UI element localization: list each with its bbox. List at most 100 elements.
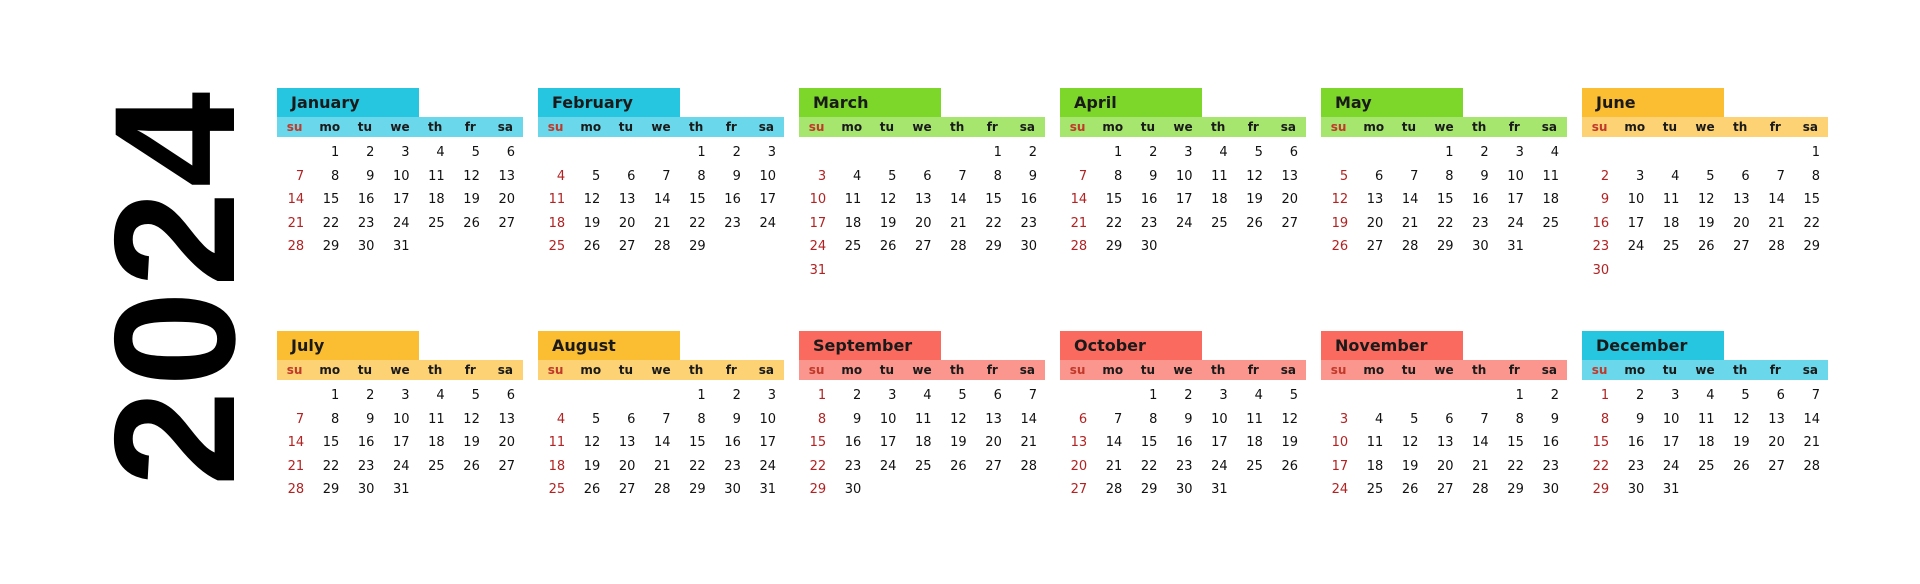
day-cell: 10 bbox=[393, 411, 410, 427]
day-cell: 5 bbox=[471, 388, 480, 403]
day-cell: 15 bbox=[322, 435, 340, 450]
day-cell: 8 bbox=[331, 168, 340, 184]
day-cell: 14 bbox=[1803, 411, 1820, 427]
day-cell: 13 bbox=[1437, 435, 1454, 450]
day-cell: 29 bbox=[689, 482, 706, 497]
day-cell: 20 bbox=[1437, 458, 1454, 474]
weekday-header: su mo tu we th fr sa bbox=[1321, 360, 1567, 380]
days-grid: 1 2 3 4 5 6 7 8 9 10 11 12 13 14 15 16 17 18 19 20 21 22 23 24 2… bbox=[1060, 384, 1306, 502]
day-cell: 14 bbox=[1472, 435, 1489, 450]
weekday-label: we bbox=[1434, 363, 1454, 377]
day-cell: 19 bbox=[583, 458, 601, 474]
days-grid: 1 2 3 4 5 6 7 8 9 10 11 12 13 14 15 16 17 18 19 20 21 22 23 24 2… bbox=[1582, 141, 1828, 282]
day-cell: 10 bbox=[809, 192, 827, 207]
day-cell: 1 bbox=[331, 145, 340, 160]
month-name: October bbox=[1060, 331, 1202, 360]
day-cell: 19 bbox=[1733, 435, 1750, 450]
day-cell: 3 bbox=[767, 145, 776, 160]
day-cell: 21 bbox=[1803, 435, 1820, 450]
weekday-label: su bbox=[1591, 363, 1608, 377]
day-cell: 5 bbox=[1410, 411, 1419, 427]
weekday-label: th bbox=[949, 363, 965, 377]
day-cell: 6 bbox=[506, 145, 515, 160]
day-cell: 11 bbox=[915, 411, 932, 427]
weekday-label: sa bbox=[1019, 120, 1036, 134]
weekday-label: su bbox=[547, 120, 564, 134]
day-cell: 17 bbox=[1627, 215, 1645, 231]
day-cell: 27 bbox=[618, 239, 636, 254]
day-cell: 13 bbox=[985, 411, 1002, 427]
weekday-label: th bbox=[1471, 120, 1487, 134]
year-title: 2024 bbox=[79, 87, 271, 487]
empty-cell bbox=[1356, 384, 1391, 408]
weekday-header: su mo tu we th fr sa bbox=[1060, 117, 1306, 137]
empty-cell bbox=[1687, 141, 1722, 165]
day-cell: 23 bbox=[1627, 458, 1645, 474]
day-cell: 8 bbox=[697, 411, 706, 427]
day-cell: 4 bbox=[1706, 388, 1715, 403]
day-cell: 1 bbox=[331, 388, 340, 403]
day-cell: 8 bbox=[697, 168, 706, 184]
weekday-header: su mo tu we th fr sa bbox=[277, 117, 523, 137]
day-cell: 26 bbox=[1246, 215, 1263, 231]
day-cell: 28 bbox=[654, 482, 671, 497]
day-cell: 22 bbox=[1140, 458, 1158, 474]
day-cell: 20 bbox=[915, 215, 932, 231]
day-cell: 31 bbox=[1662, 482, 1680, 497]
day-cell: 18 bbox=[1662, 215, 1680, 231]
day-cell: 18 bbox=[1366, 458, 1384, 474]
day-cell: 26 bbox=[583, 239, 601, 254]
day-cell: 21 bbox=[287, 458, 305, 474]
day-cell: 4 bbox=[1254, 388, 1263, 403]
day-cell: 5 bbox=[1339, 168, 1349, 184]
day-cell: 17 bbox=[1176, 192, 1193, 207]
day-cell: 3 bbox=[1671, 388, 1680, 403]
day-cell: 29 bbox=[1140, 482, 1158, 497]
day-cell: 25 bbox=[1698, 458, 1715, 474]
day-cell: 28 bbox=[1472, 482, 1489, 497]
day-cell: 17 bbox=[809, 215, 827, 231]
weekday-label: su bbox=[808, 120, 825, 134]
day-cell: 14 bbox=[950, 192, 967, 207]
day-cell: 8 bbox=[993, 168, 1002, 184]
day-cell: 26 bbox=[1281, 458, 1298, 474]
day-cell: 19 bbox=[879, 215, 897, 231]
weekday-label: sa bbox=[1541, 363, 1558, 377]
day-cell: 19 bbox=[463, 435, 480, 450]
weekday-header: su mo tu we th fr sa bbox=[1060, 360, 1306, 380]
day-cell: 9 bbox=[1600, 192, 1610, 207]
day-cell: 29 bbox=[689, 239, 706, 254]
day-cell: 21 bbox=[950, 215, 967, 231]
day-cell: 10 bbox=[1627, 192, 1645, 207]
day-cell: 2 bbox=[732, 388, 741, 403]
weekday-label: tu bbox=[879, 363, 894, 377]
day-cell: 14 bbox=[287, 435, 305, 450]
empty-cell bbox=[834, 141, 869, 165]
day-cell: 1 bbox=[1515, 388, 1524, 403]
day-cell: 1 bbox=[1114, 145, 1123, 160]
day-cell: 22 bbox=[1507, 458, 1524, 474]
day-cell: 22 bbox=[1437, 215, 1454, 231]
day-cell: 3 bbox=[767, 388, 776, 403]
day-cell: 3 bbox=[401, 145, 410, 160]
days-grid: 1 2 3 4 5 6 7 8 9 10 11 12 13 14 15 16 17 18 19 20 21 22 23 24 2… bbox=[1582, 384, 1828, 502]
day-cell: 7 bbox=[662, 411, 671, 427]
day-cell: 19 bbox=[950, 435, 967, 450]
day-cell: 19 bbox=[1331, 215, 1349, 231]
weekday-label: tu bbox=[357, 120, 372, 134]
weekday-label: su bbox=[1069, 120, 1086, 134]
days-grid: 1 2 3 4 5 6 7 8 9 10 11 12 13 14 15 16 17 18 19 20 21 22 23 24 2… bbox=[1321, 141, 1567, 259]
day-cell: 24 bbox=[1176, 215, 1193, 231]
day-cell: 27 bbox=[1733, 239, 1750, 254]
empty-cell bbox=[940, 141, 975, 165]
weekday-label: sa bbox=[1280, 120, 1297, 134]
empty-cell bbox=[643, 141, 678, 165]
day-cell: 30 bbox=[1592, 262, 1610, 278]
day-cell: 11 bbox=[428, 411, 445, 427]
day-cell: 13 bbox=[1366, 192, 1384, 207]
day-cell: 23 bbox=[1542, 458, 1559, 474]
weekday-label: th bbox=[427, 120, 443, 134]
day-cell: 3 bbox=[817, 168, 827, 184]
day-cell: 11 bbox=[1211, 168, 1228, 184]
day-cell: 28 bbox=[1105, 482, 1123, 497]
